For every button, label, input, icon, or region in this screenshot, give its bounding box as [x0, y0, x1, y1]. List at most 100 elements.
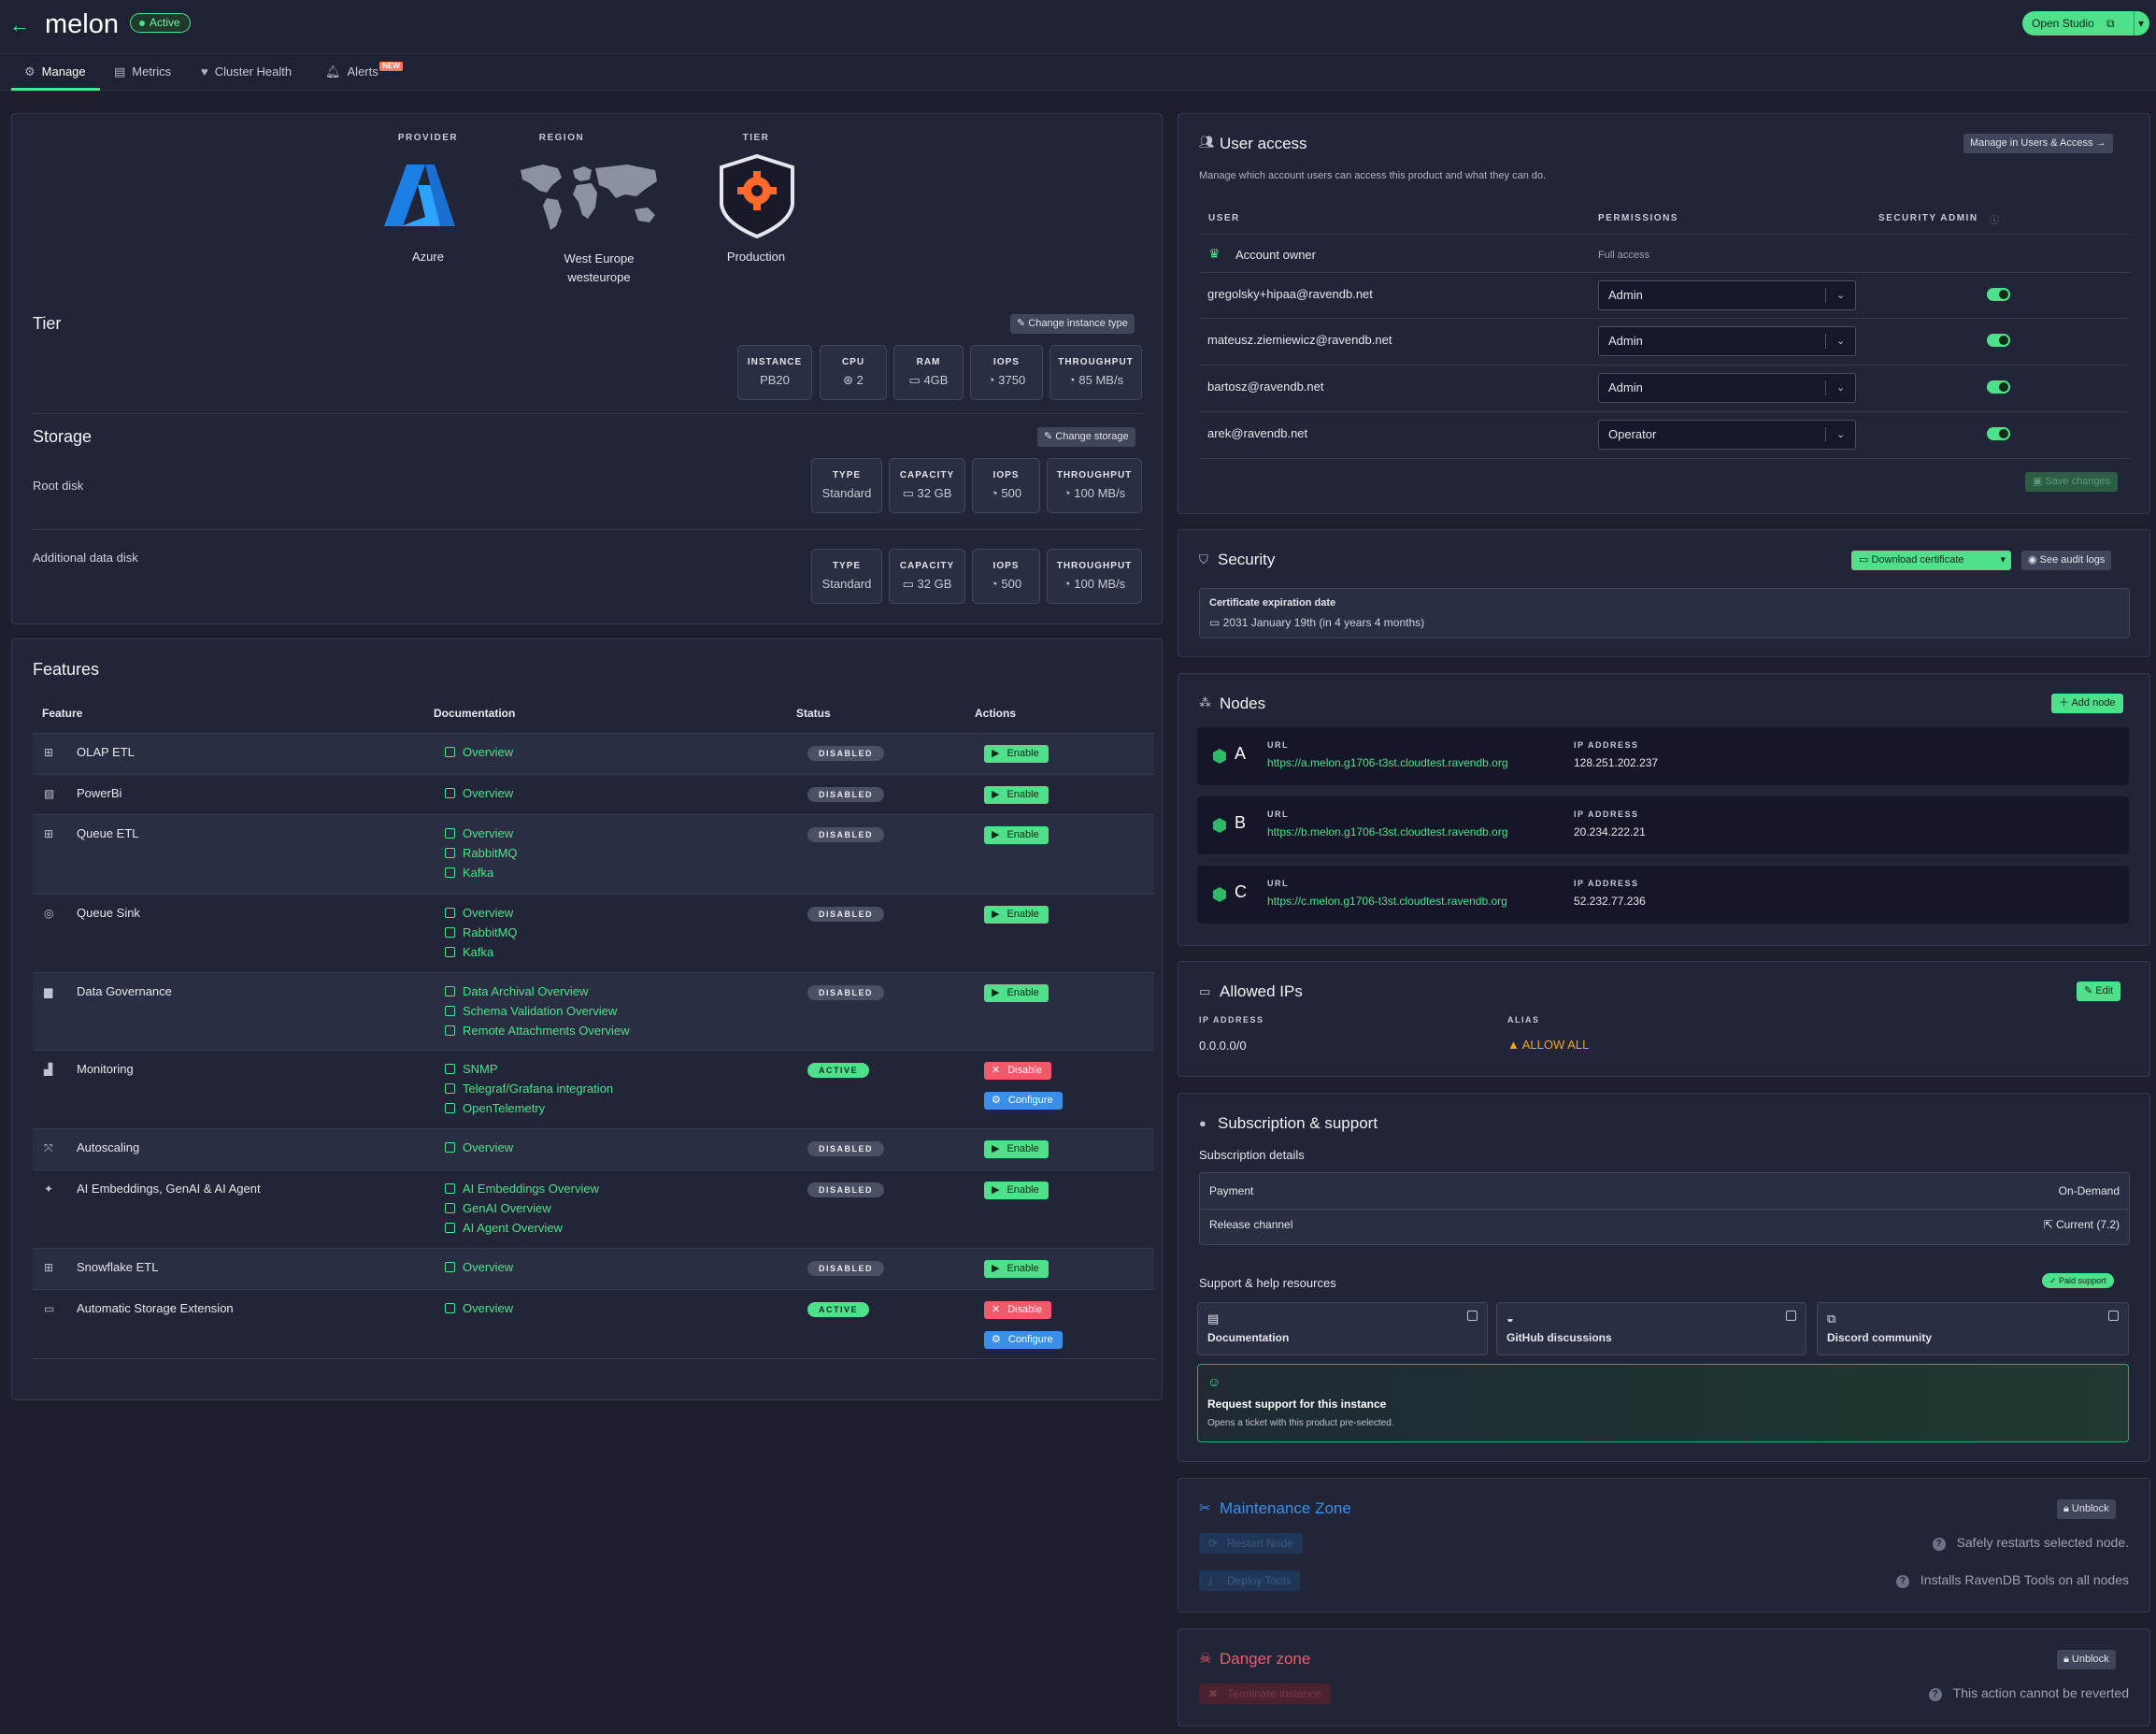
- doc-link[interactable]: Overview: [445, 745, 513, 765]
- restart-node-button[interactable]: ⟳ Restart Node: [1199, 1533, 1303, 1554]
- doc-link[interactable]: Schema Validation Overview: [445, 1004, 629, 1024]
- documentation-resource[interactable]: ▤ Documentation: [1197, 1302, 1488, 1355]
- allowed-ips-title: Allowed IPs: [1220, 982, 1303, 1000]
- close-icon: ✕: [992, 1065, 1001, 1076]
- doc-link[interactable]: Overview: [445, 906, 518, 925]
- edit-ips-button[interactable]: ✎ Edit: [2077, 982, 2121, 1001]
- tab-manage[interactable]: ⚙ Manage: [11, 55, 100, 91]
- node-ip: 20.234.222.21: [1574, 825, 1646, 838]
- doc-link[interactable]: Overview: [445, 826, 518, 846]
- security-admin-toggle[interactable]: [1987, 380, 2010, 394]
- add-node-button[interactable]: ＋ Add node: [2051, 694, 2123, 713]
- permission-select[interactable]: Operator ⌄: [1598, 420, 1856, 450]
- skull-icon: ☠: [1199, 1651, 1212, 1667]
- spec-value: 2: [856, 373, 864, 387]
- gauge-icon: ◔: [1063, 486, 1075, 500]
- doc-link[interactable]: Kafka: [445, 866, 518, 885]
- permission-select[interactable]: Admin ⌄: [1598, 280, 1856, 310]
- enable-button[interactable]: ▶ Enable: [984, 906, 1049, 924]
- doc-link[interactable]: GenAI Overview: [445, 1201, 599, 1221]
- open-studio-button[interactable]: Open Studio ⧉ ▾: [2022, 11, 2149, 36]
- doc-link[interactable]: Overview: [445, 1260, 513, 1280]
- manage-users-button[interactable]: Manage in Users & Access →: [1963, 134, 2113, 153]
- unblock-danger-button[interactable]: 🔒︎ Unblock: [2057, 1650, 2116, 1670]
- trash-icon: ✖: [1208, 1687, 1219, 1700]
- doc-link[interactable]: AI Agent Overview: [445, 1221, 599, 1240]
- status-badge: DISABLED: [807, 827, 885, 842]
- configure-button[interactable]: ⚙ Configure: [984, 1331, 1063, 1349]
- info-icon[interactable]: ⓘ: [1990, 212, 1999, 226]
- terminate-instance-button[interactable]: ✖ Terminate instance: [1199, 1684, 1331, 1704]
- doc-link[interactable]: OpenTelemetry: [445, 1101, 613, 1121]
- doc-link[interactable]: AI Embeddings Overview: [445, 1182, 599, 1201]
- node-url-link[interactable]: https://c.melon.g1706-t3st.cloudtest.rav…: [1267, 895, 1507, 908]
- doc-link[interactable]: RabbitMQ: [445, 846, 518, 866]
- enable-button[interactable]: ▶ Enable: [984, 826, 1049, 844]
- divider: [1199, 411, 2130, 412]
- chevron-down-icon[interactable]: ▾: [2133, 11, 2144, 36]
- provider-value: Azure: [412, 250, 444, 264]
- doc-link-label: Data Archival Overview: [463, 984, 589, 998]
- disable-button[interactable]: ✕ Disable: [984, 1301, 1051, 1319]
- security-admin-toggle[interactable]: [1987, 288, 2010, 301]
- doc-link[interactable]: Overview: [445, 1301, 513, 1321]
- support-resources-label: Support & help resources: [1199, 1276, 1336, 1290]
- permission-select[interactable]: Admin ⌄: [1598, 326, 1856, 356]
- heart-icon: ♥: [201, 64, 208, 79]
- permission-select[interactable]: Admin ⌄: [1598, 373, 1856, 403]
- doc-link[interactable]: Overview: [445, 1140, 513, 1160]
- doc-link-label: AI Agent Overview: [463, 1221, 563, 1235]
- doc-link[interactable]: Data Archival Overview: [445, 984, 629, 1004]
- enable-button[interactable]: ▶ Enable: [984, 984, 1049, 1002]
- enable-button[interactable]: ▶ Enable: [984, 1260, 1049, 1278]
- doc-link-label: SNMP: [463, 1062, 498, 1076]
- region-code: westeurope: [567, 270, 631, 284]
- doc-link[interactable]: Overview: [445, 786, 513, 806]
- node-url-link[interactable]: https://b.melon.g1706-t3st.cloudtest.rav…: [1267, 825, 1508, 838]
- enable-button[interactable]: ▶ Enable: [984, 786, 1049, 804]
- enable-button[interactable]: ▶ Enable: [984, 1140, 1049, 1158]
- doc-link[interactable]: RabbitMQ: [445, 925, 518, 945]
- deploy-tools-button[interactable]: ⤓ Deploy Tools: [1199, 1570, 1301, 1591]
- change-storage-button[interactable]: ✎ Change storage: [1037, 427, 1135, 447]
- gauge-icon: ◔: [990, 577, 1002, 591]
- doc-link[interactable]: Telegraf/Grafana integration: [445, 1082, 613, 1101]
- features-panel: Features Feature Documentation Status Ac…: [11, 638, 1163, 1400]
- doc-link[interactable]: SNMP: [445, 1062, 613, 1082]
- feature-row-snowflake-etl: ⊞ Snowflake ETL Overview DISABLED ▶ Enabl…: [33, 1248, 1154, 1289]
- download-certificate-button[interactable]: ▭ Download certificate ▾: [1851, 551, 2011, 570]
- security-admin-toggle[interactable]: [1987, 427, 2010, 440]
- node-url-link[interactable]: https://a.melon.g1706-t3st.cloudtest.rav…: [1267, 756, 1508, 769]
- doc-link-label: RabbitMQ: [463, 846, 518, 860]
- unblock-maintenance-button[interactable]: 🔒︎ Unblock: [2057, 1499, 2116, 1519]
- tab-alerts[interactable]: 🔔︎ Alerts NEW: [325, 55, 403, 91]
- etl-icon: ⊞: [44, 827, 54, 840]
- doc-link[interactable]: Remote Attachments Overview: [445, 1024, 629, 1043]
- tab-cluster-health[interactable]: ♥ Cluster Health: [201, 55, 292, 91]
- doc-link-label: Overview: [463, 826, 514, 840]
- pencil-icon: ✎: [1044, 431, 1056, 442]
- gauge-icon: ◔: [1067, 373, 1079, 387]
- new-badge: NEW: [379, 62, 403, 71]
- feature-row-queue-sink: ◎ Queue Sink Overview RabbitMQ Kafka DIS…: [33, 894, 1154, 972]
- enable-button[interactable]: ▶ Enable: [984, 745, 1049, 763]
- discord-resource[interactable]: ⧉ Discord community: [1817, 1302, 2129, 1355]
- configure-button[interactable]: ⚙ Configure: [984, 1092, 1063, 1110]
- shield-gear-icon: [720, 153, 794, 239]
- node-tag: B: [1235, 813, 1247, 832]
- github-resource[interactable]: ◒ GitHub discussions: [1496, 1302, 1806, 1355]
- request-support-card[interactable]: ☺ Request support for this instance Open…: [1197, 1364, 2129, 1442]
- doc-link[interactable]: Kafka: [445, 945, 518, 965]
- alias-text: ALLOW ALL: [1521, 1038, 1590, 1052]
- change-instance-type-button[interactable]: ✎ Change instance type: [1010, 314, 1135, 334]
- tab-metrics[interactable]: ▤ Metrics: [114, 55, 171, 91]
- disable-button[interactable]: ✕ Disable: [984, 1062, 1051, 1080]
- chevron-down-icon: ⌄: [1836, 382, 1846, 394]
- arrow-left-icon[interactable]: ←: [9, 13, 30, 37]
- enable-button[interactable]: ▶ Enable: [984, 1182, 1049, 1199]
- button-label: Enable: [1007, 1184, 1039, 1196]
- see-audit-logs-button[interactable]: ◉ See audit logs: [2021, 551, 2112, 570]
- security-admin-toggle[interactable]: [1987, 334, 2010, 347]
- button-label: Disable: [1007, 1304, 1042, 1315]
- save-changes-button[interactable]: ▣ Save changes: [2025, 472, 2119, 492]
